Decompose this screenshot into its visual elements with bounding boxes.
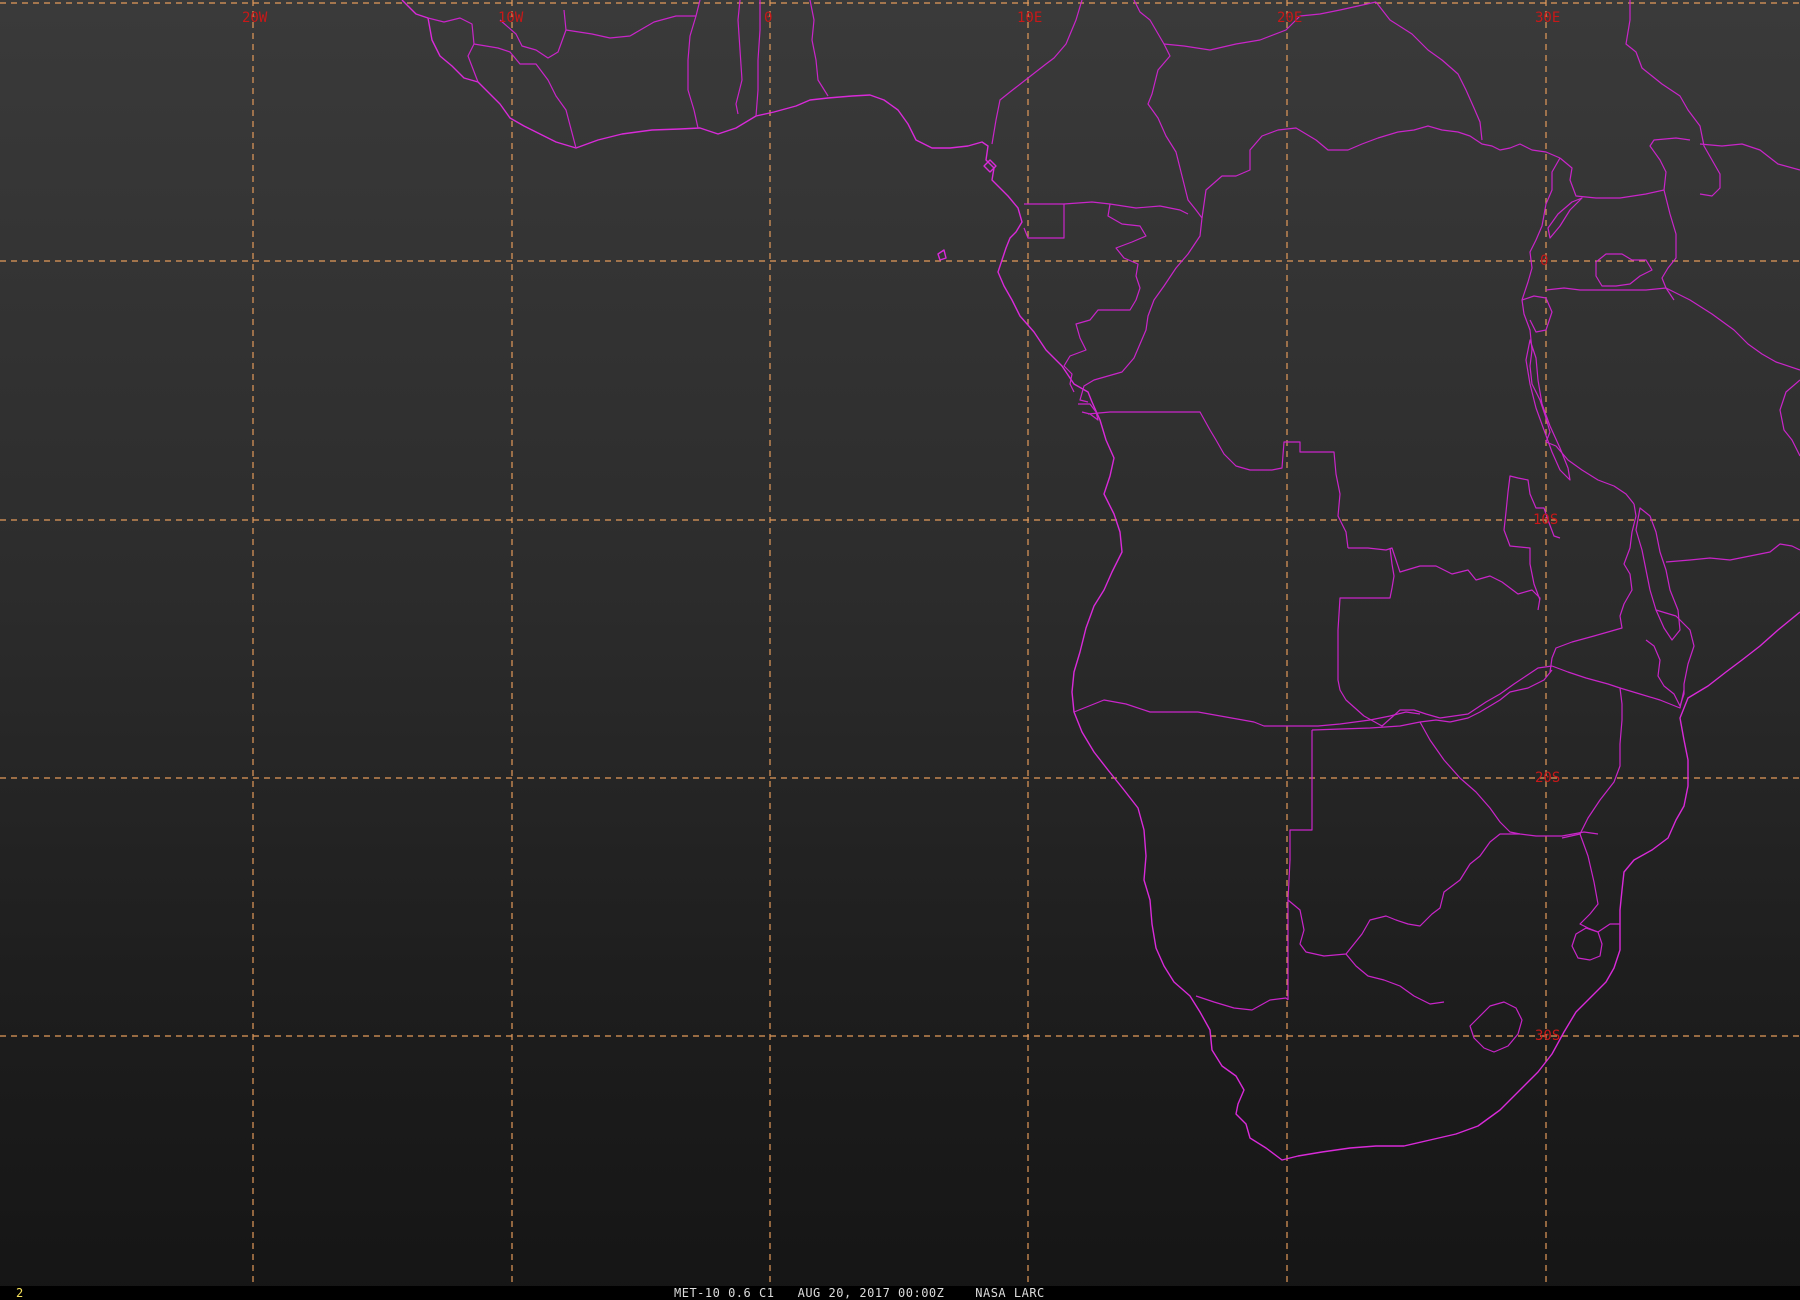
border-tanzania-mozambique — [1665, 543, 1800, 563]
border-angola-north — [1087, 411, 1349, 549]
border-car — [1163, 1, 1377, 51]
border-gabon — [1063, 201, 1189, 215]
border-south-africa — [1345, 953, 1445, 1005]
border-gabon-congo — [1063, 203, 1147, 393]
border-equatorial-guinea — [1023, 203, 1065, 239]
border-togo-benin — [755, 0, 761, 117]
lake-victoria — [1595, 253, 1653, 287]
lon-label-20w: 20W — [242, 10, 268, 26]
lake-malawi — [1635, 507, 1681, 641]
status-bar: 2 MET-10 0.6 C1 AUG 20, 2017 00:00Z NASA… — [0, 1286, 1800, 1300]
lat-label-30s: 30S — [1535, 1028, 1560, 1044]
border-cabinda — [1078, 403, 1099, 421]
border-namibia-south — [1195, 995, 1289, 1011]
frame-number: 2 — [16, 1286, 24, 1300]
border-liberia — [473, 43, 577, 149]
border-zambia-south — [1439, 665, 1553, 719]
satellite-image-viewer: 20W 10W 0 10E 20E 30E 0 10S 20S 30S 2 ME… — [0, 0, 1800, 1300]
lake-east — [1779, 379, 1800, 457]
border-zambia-tanzania — [1545, 441, 1635, 505]
border-togo — [735, 0, 743, 115]
border-ghana — [687, 15, 699, 129]
border-namibia-botswana — [1287, 730, 1313, 1000]
lon-label-10w: 10W — [498, 10, 524, 26]
lon-label-30e: 30E — [1535, 10, 1560, 26]
lat-label-10s: 10S — [1533, 512, 1558, 528]
border-tanzania — [1545, 287, 1675, 301]
border-kenya — [1661, 189, 1800, 371]
graticule-labels: 20W 10W 0 10E 20E 30E 0 10S 20S 30S — [242, 10, 1560, 1044]
border-lesotho — [1469, 1001, 1523, 1053]
border-angola-namibia — [1073, 699, 1421, 727]
border-mozambique-east — [1619, 687, 1685, 709]
border-ethiopia — [1625, 0, 1721, 197]
border-sierra-leone — [427, 17, 479, 83]
lake-albert — [1547, 197, 1583, 239]
border-car-south — [1201, 125, 1561, 219]
border-mozambique-south — [1579, 833, 1620, 933]
border-eswatini — [1571, 927, 1603, 961]
border-cote-divoire — [565, 0, 701, 39]
west-africa-coastline — [401, 0, 1800, 1161]
lon-label-10e: 10E — [1017, 10, 1042, 26]
border-angola-zambia — [1337, 547, 1441, 727]
lat-label-20s: 20S — [1535, 770, 1560, 786]
lon-label-0: 0 — [764, 10, 772, 26]
border-south-sudan — [1375, 1, 1483, 141]
boundaries-layer — [401, 0, 1800, 1161]
border-malawi-mozambique — [1645, 609, 1695, 707]
border-botswana — [1419, 721, 1599, 837]
border-angola-east — [1348, 547, 1541, 611]
border-benin-nigeria — [809, 0, 829, 97]
lon-label-20e: 20E — [1277, 10, 1302, 26]
island-sao-tome — [937, 249, 947, 261]
border-uganda — [1559, 137, 1691, 199]
graticule — [0, 0, 1800, 1286]
border-botswana-south — [1287, 833, 1520, 957]
map-display: 20W 10W 0 10E 20E 30E 0 10S 20S 30S — [0, 0, 1800, 1286]
border-cameroon-chad — [1133, 0, 1203, 219]
border-zimbabwe — [1551, 665, 1623, 839]
border-zambia-malawi — [1549, 503, 1637, 673]
lat-label-0: 0 — [1540, 253, 1548, 269]
lake-tanganyika — [1525, 339, 1571, 481]
border-burundi-rwanda — [1521, 295, 1553, 333]
border-drc-zambia — [1503, 475, 1561, 601]
image-caption: MET-10 0.6 C1 AUG 20, 2017 00:00Z NASA L… — [674, 1286, 1045, 1300]
